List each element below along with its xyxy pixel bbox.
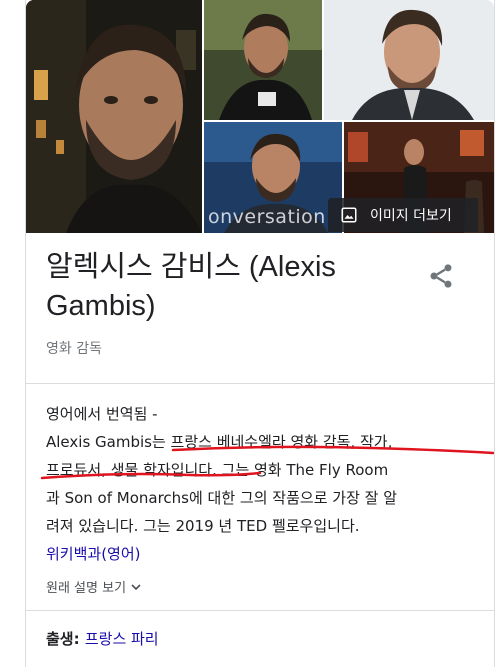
description-text: 그는 영화 The Fly Room [216, 461, 389, 479]
description-line-5: 려져 있습니다. 그는 2019 년 TED 펠로우입니다. [46, 517, 360, 535]
photo-3[interactable] [324, 0, 494, 120]
description-line-4: 과 Son of Monarchs에 대한 그의 작품으로 가장 잘 알 [46, 489, 398, 507]
show-original-label: 원래 설명 보기 [46, 581, 127, 596]
description-line-2: Alexis Gambis는 프랑스 베네수엘라 영화 감독, 작가, [46, 428, 486, 456]
photo-main[interactable] [26, 0, 202, 233]
born-place-link[interactable]: 프랑스 파리 [85, 630, 159, 648]
photo-4[interactable]: onversation [204, 122, 342, 233]
entity-subtitle: 영화 감독 [46, 341, 102, 357]
translated-note: 영어에서 번역됨 - [46, 405, 158, 423]
more-images-label: 이미지 더보기 [370, 208, 452, 224]
entity-title-line1: 알렉시스 감비스 (Alexis [46, 251, 336, 283]
born-fact: 출생: 프랑스 파리 [46, 628, 159, 649]
entity-title-line2: Gambis) [46, 290, 156, 322]
more-images-button[interactable]: 이미지 더보기 [328, 198, 478, 232]
description-line-3: 프로듀서, 생물 학자입니다. 그는 영화 The Fly Room [46, 456, 486, 484]
divider [26, 383, 494, 384]
show-original-toggle[interactable]: 원래 설명 보기 [46, 577, 142, 596]
entity-title: 알렉시스 감비스 (Alexis Gambis) [46, 248, 406, 326]
wikipedia-source-link[interactable]: 위키백과(영어) [46, 545, 141, 563]
description-block: 영어에서 번역됨 - Alexis Gambis는 프랑스 베네수엘라 영화 감… [46, 400, 486, 568]
born-colon: : [73, 630, 85, 648]
born-label: 출생 [46, 630, 74, 648]
photo-overlay-text: onversation [208, 206, 326, 228]
knowledge-panel: onversation 이미지 더보기 알렉시스 감비스 (Alexis Gam… [25, 0, 495, 667]
image-grid: onversation 이미지 더보기 [26, 0, 494, 233]
description-text: Alexis Gambis는 [46, 433, 171, 451]
share-icon[interactable] [426, 262, 456, 290]
chevron-down-icon [131, 583, 141, 590]
description-text-underlined: 프로듀서, 생물 학자입니다. [46, 461, 217, 479]
photo-2[interactable] [204, 0, 322, 120]
description-text-underlined: 프랑스 베네수엘라 영화 감독, 작가, [170, 433, 393, 451]
image-icon [341, 207, 357, 223]
divider [26, 610, 494, 611]
